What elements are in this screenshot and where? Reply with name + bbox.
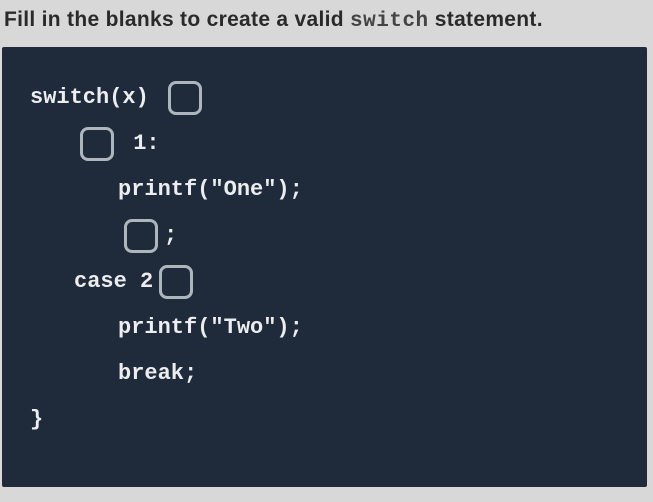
code-text: printf("One"); [118,179,303,201]
code-line-5: case 2 [30,259,629,305]
blank-input-1[interactable] [168,81,202,115]
code-text: break; [118,363,197,385]
code-line-3: printf("One"); [30,167,629,213]
code-line-2: 1: [30,121,629,167]
code-line-6: printf("Two"); [30,305,629,351]
blank-input-2[interactable] [80,127,114,161]
code-editor-panel: switch(x) 1: printf("One"); ; case 2 pri… [2,47,647,487]
code-line-4: ; [30,213,629,259]
code-text: switch(x) [30,87,162,109]
prompt-text-before: Fill in the blanks to create a valid [4,8,350,31]
code-text: } [30,409,43,431]
question-prompt: Fill in the blanks to create a valid swi… [0,0,653,47]
code-text: 1: [120,133,160,155]
code-text: case 2 [74,271,153,293]
blank-input-3[interactable] [124,219,158,253]
prompt-code-keyword: switch [350,10,429,33]
code-line-1: switch(x) [30,75,629,121]
code-line-8: } [30,397,629,443]
blank-input-4[interactable] [159,265,193,299]
prompt-text-after: statement. [429,8,543,31]
code-line-7: break; [30,351,629,397]
code-text: printf("Two"); [118,317,303,339]
code-text: ; [164,225,177,247]
